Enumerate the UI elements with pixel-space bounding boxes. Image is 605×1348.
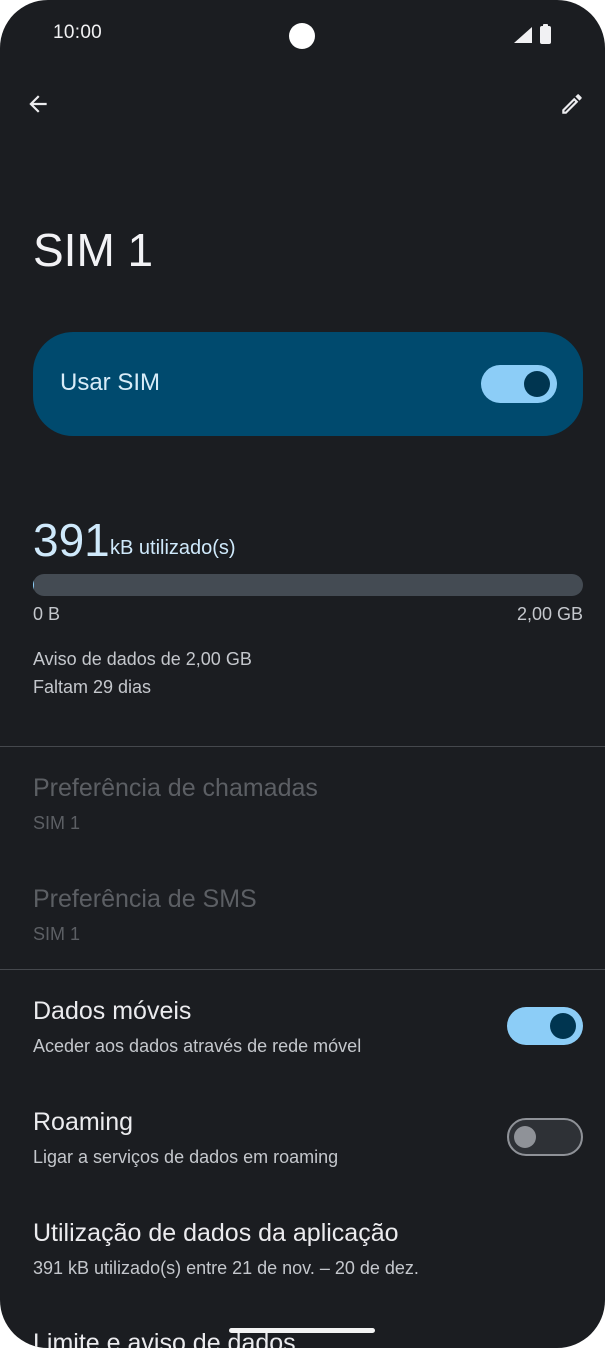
row-summary: 391 kB utilizado(s) entre 21 de nov. – 2… xyxy=(33,1258,419,1278)
status-time: 10:00 xyxy=(53,22,103,43)
usage-warning: Aviso de dados de 2,00 GB xyxy=(33,649,252,669)
usage-unit: kB utilizado(s) xyxy=(110,537,236,559)
toggle-thumb xyxy=(524,371,550,397)
arrow-back-icon xyxy=(25,91,51,122)
row-summary: SIM 1 xyxy=(33,924,81,944)
mobile-data-toggle[interactable] xyxy=(507,1007,583,1045)
row-summary: Ligar a serviços de dados em roaming xyxy=(33,1147,339,1167)
row-title: Preferência de chamadas xyxy=(33,774,318,802)
usage-max-label: 2,00 GB xyxy=(516,604,583,624)
call-preference-row[interactable]: Preferência de chamadas SIM 1 xyxy=(0,760,605,852)
row-title: Dados móveis xyxy=(33,997,192,1025)
usage-amount: 391 xyxy=(33,514,110,566)
signal-icon xyxy=(514,27,532,48)
usage-remaining: Faltam 29 dias xyxy=(33,677,152,697)
row-summary: SIM 1 xyxy=(33,813,81,833)
battery-icon xyxy=(540,24,551,49)
mobile-data-row[interactable]: Dados móveis Aceder aos dados através de… xyxy=(0,984,605,1074)
usage-min-label: 0 B xyxy=(33,604,61,624)
toggle-thumb xyxy=(550,1013,576,1039)
use-sim-label: Usar SIM xyxy=(60,369,161,396)
camera-cutout xyxy=(289,23,315,49)
toggle-thumb xyxy=(514,1126,536,1148)
page-title: SIM 1 xyxy=(33,224,154,276)
edit-button[interactable] xyxy=(552,86,592,126)
app-data-usage-row[interactable]: Utilização de dados da aplicação 391 kB … xyxy=(0,1206,605,1296)
roaming-row[interactable]: Roaming Ligar a serviços de dados em roa… xyxy=(0,1095,605,1185)
divider xyxy=(0,969,605,970)
phone-screen: 10:00 SIM 1 Usar SIM 391 kB utilizado(s)… xyxy=(0,0,605,1348)
row-title: Preferência de SMS xyxy=(33,885,257,913)
use-sim-card[interactable]: Usar SIM xyxy=(33,332,583,436)
gesture-nav-bar[interactable] xyxy=(229,1328,375,1333)
back-button[interactable] xyxy=(18,86,58,126)
row-title: Utilização de dados da aplicação xyxy=(33,1219,399,1247)
sms-preference-row[interactable]: Preferência de SMS SIM 1 xyxy=(0,872,605,964)
status-bar: 10:00 xyxy=(0,0,605,70)
pencil-icon xyxy=(559,91,585,122)
usage-progress-bar xyxy=(33,574,583,596)
row-title: Roaming xyxy=(33,1108,134,1136)
divider xyxy=(0,746,605,747)
row-summary: Aceder aos dados através de rede móvel xyxy=(33,1036,362,1056)
use-sim-toggle[interactable] xyxy=(481,365,557,403)
roaming-toggle[interactable] xyxy=(507,1118,583,1156)
